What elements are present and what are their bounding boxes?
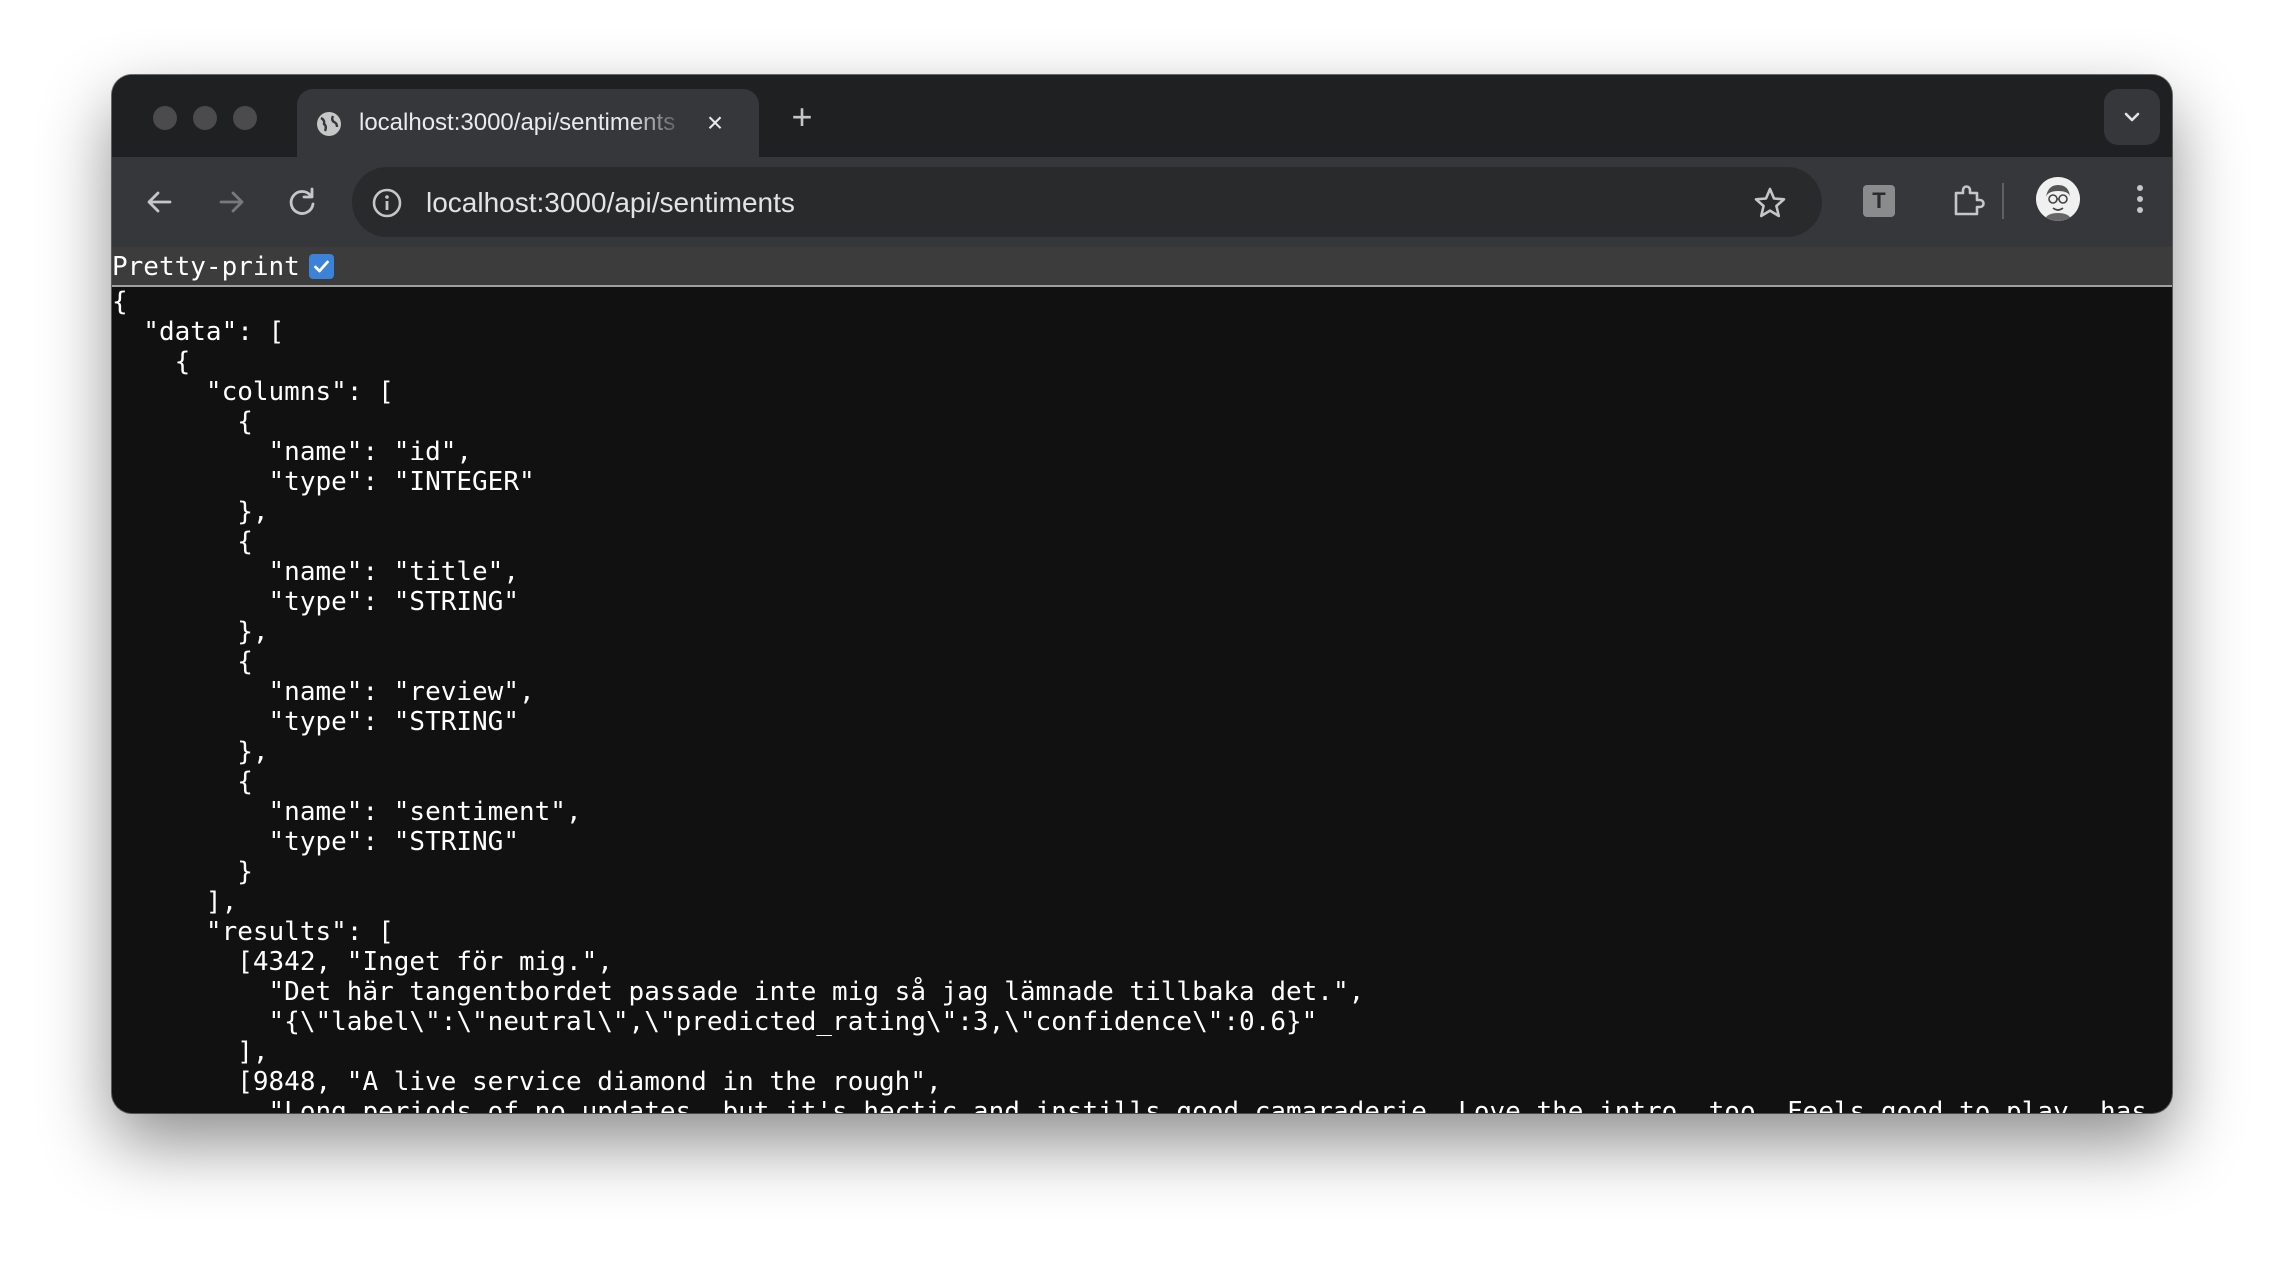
reload-icon[interactable] [280,180,324,224]
json-line: "columns": [ [112,377,394,407]
json-line: "name": "id", [112,437,473,467]
json-line: "name": "title", [112,557,519,587]
address-bar[interactable]: localhost:3000/api/sentiments [352,167,1822,237]
json-line: "results": [ [112,917,394,947]
window-maximize-button[interactable] [233,106,257,130]
json-line: "type": "STRING" [112,707,519,737]
json-line: } [112,857,253,887]
pretty-print-bar: Pretty-print [112,247,2172,287]
window-minimize-button[interactable] [193,106,217,130]
tab-search-button[interactable] [2104,89,2160,145]
star-icon[interactable] [1752,185,1788,221]
json-line: "type": "STRING" [112,587,519,617]
puzzle-icon[interactable] [1948,181,1988,221]
json-line: "type": "INTEGER" [112,467,535,497]
tab-sentiments[interactable]: localhost:3000/api/sentiments × [297,89,759,157]
json-line: "name": "review", [112,677,535,707]
info-icon[interactable] [370,186,404,220]
json-line: { [112,767,253,797]
json-line: { [112,347,191,377]
extension-t-icon[interactable]: T [1863,185,1895,217]
json-line: [9848, "A live service diamond in the ro… [112,1067,942,1097]
globe-icon [317,112,341,136]
chevron-down-icon [2124,112,2140,122]
more-vert-icon[interactable] [2120,179,2160,219]
checkbox-check-icon [314,260,329,273]
new-tab-button[interactable]: + [782,97,822,137]
browser-window: localhost:3000/api/sentiments × + localh… [112,75,2172,1113]
json-line: ], [112,1037,269,1067]
pretty-print-label: Pretty-print [112,252,300,282]
forward-arrow-icon[interactable] [209,180,253,224]
url-text: localhost:3000/api/sentiments [426,187,795,218]
json-line: }, [112,737,269,767]
json-line: }, [112,617,269,647]
title-bar: localhost:3000/api/sentiments × + [112,75,2172,157]
json-line: [4342, "Inget för mig.", [112,947,613,977]
json-line: }, [112,497,269,527]
toolbar-divider [2002,183,2004,219]
json-line: { [112,647,253,677]
json-line: "Det här tangentbordet passade inte mig … [112,977,1365,1007]
back-arrow-icon[interactable] [138,180,182,224]
json-line: "Long periods of no updates, but it's he… [112,1097,2147,1113]
json-line: { [112,407,253,437]
json-line: "name": "sentiment", [112,797,582,827]
avatar[interactable] [2036,177,2080,221]
tab-close-icon[interactable]: × [701,109,729,137]
pretty-print-checkbox[interactable] [309,254,334,279]
json-line: { [112,287,128,317]
tab-title: localhost:3000/api/sentiments [359,109,676,136]
json-line: { [112,527,253,557]
profile-face-icon [2036,177,2080,221]
json-line: ], [112,887,238,917]
json-line: "{\"label\":\"neutral\",\"predicted_rati… [112,1007,1318,1037]
window-close-button[interactable] [153,106,177,130]
json-line: "data": [ [112,317,285,347]
json-viewer: { "data": [ { "columns": [ { "name": "id… [112,287,2172,1113]
json-line: "type": "STRING" [112,827,519,857]
